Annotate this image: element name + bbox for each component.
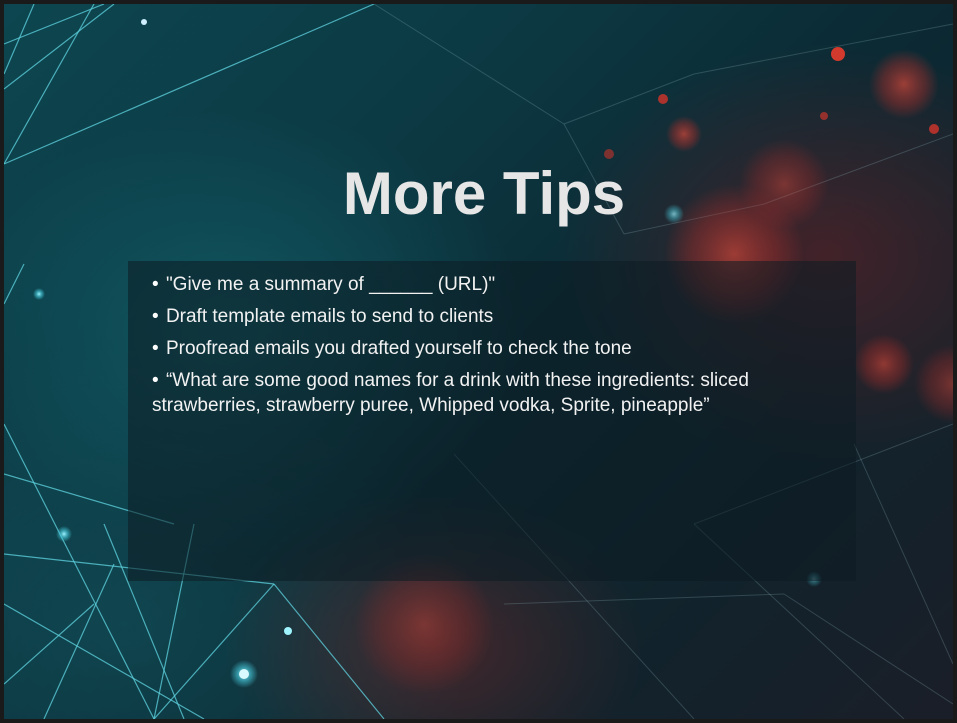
- bullet-symbol: •: [152, 306, 159, 327]
- bullet-text: “What are some good names for a drink wi…: [152, 370, 749, 416]
- bullet-item-2: • Draft template emails to send to clien…: [152, 304, 852, 329]
- bullet-item-4: • “What are some good names for a drink …: [152, 368, 852, 418]
- slide-title: More Tips: [342, 160, 626, 227]
- bullet-list: • "Give me a summary of ______ (URL)" • …: [152, 272, 852, 425]
- bullet-item-1: • "Give me a summary of ______ (URL)": [152, 272, 852, 297]
- bullet-symbol: •: [152, 370, 159, 391]
- bullet-symbol: •: [152, 338, 159, 359]
- bullet-text: Draft template emails to send to clients: [165, 306, 494, 327]
- bullet-text: "Give me a summary of ______ (URL)": [165, 274, 496, 295]
- bullet-item-3: • Proofread emails you drafted yourself …: [152, 336, 852, 361]
- slide-frame: More Tips • "Give me a summary of ______…: [0, 0, 957, 723]
- bullet-text: Proofread emails you drafted yourself to…: [165, 338, 632, 359]
- bullet-symbol: •: [152, 274, 159, 295]
